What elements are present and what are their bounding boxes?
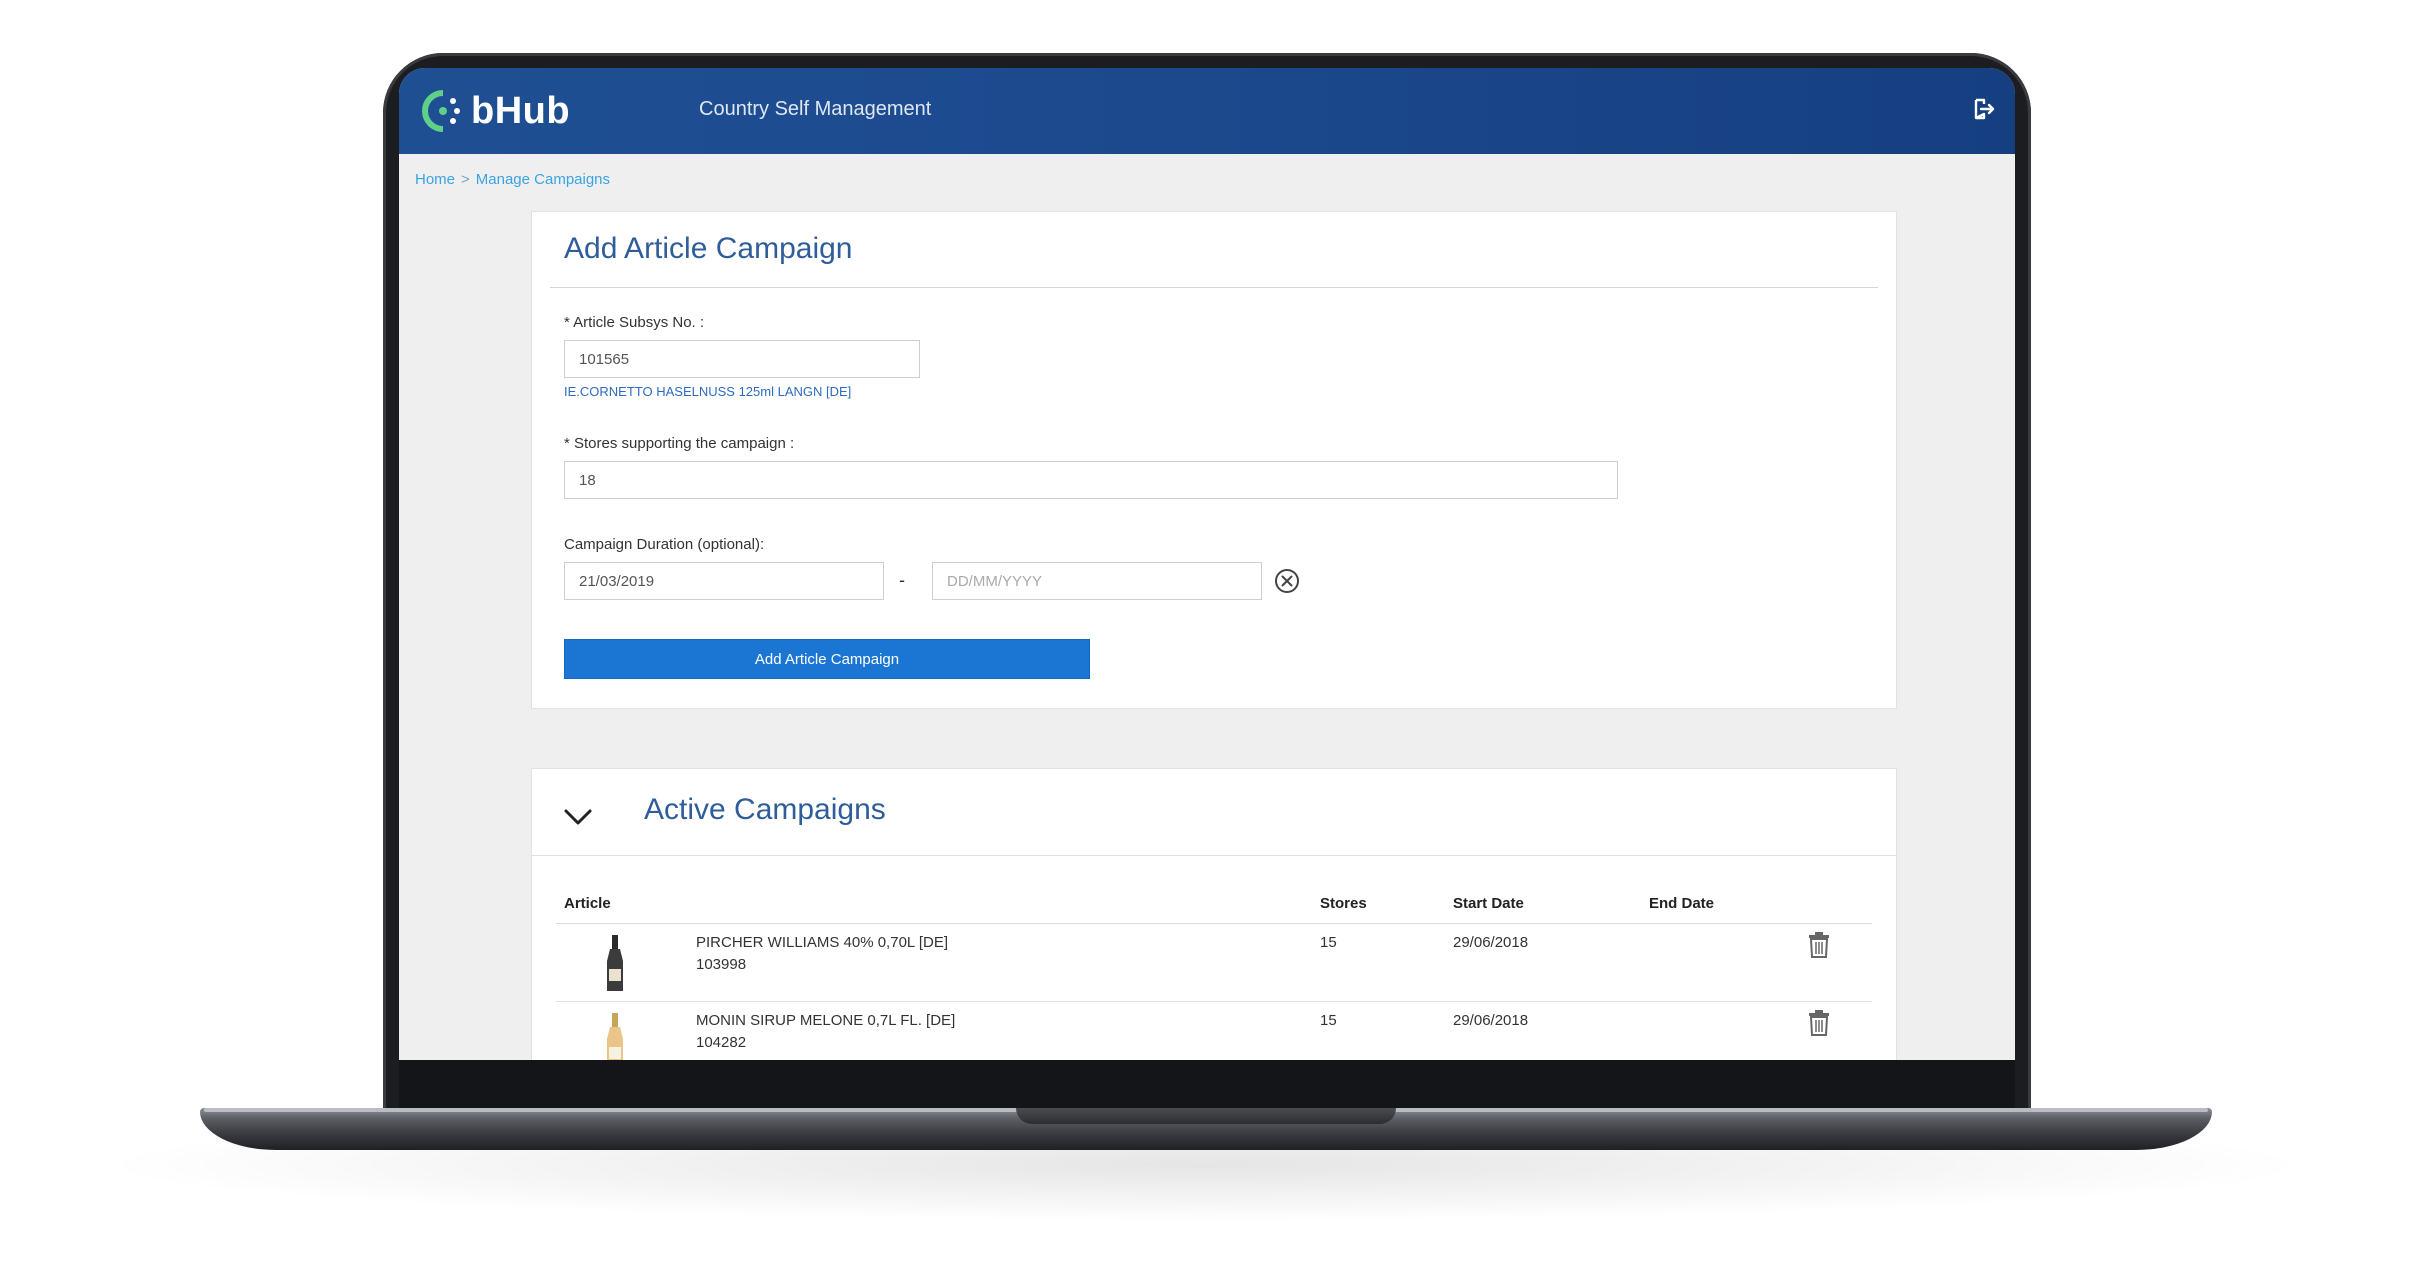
- breadcrumb-home[interactable]: Home: [415, 171, 455, 188]
- logout-icon[interactable]: [1970, 96, 1996, 122]
- article-id: 104282: [696, 1034, 747, 1051]
- article-name: PIRCHER WILLIAMS 40% 0,70L [DE]: [696, 934, 949, 951]
- trash-icon[interactable]: [1807, 1009, 1831, 1037]
- duration-label: Campaign Duration (optional):: [564, 536, 765, 553]
- app-logo[interactable]: bHub: [421, 86, 570, 136]
- add-article-campaign-button[interactable]: Add Article Campaign: [564, 639, 1090, 679]
- app-screen: bHub Country Self Management Home > Manage…: [399, 68, 2015, 1060]
- article-description: IE.CORNETTO HASELNUSS 125ml LANGN [DE]: [564, 384, 852, 399]
- start-date-input[interactable]: 21/03/2019: [564, 562, 884, 600]
- logo-text: bHub: [471, 89, 571, 132]
- article-label: * Article Subsys No. :: [564, 314, 705, 331]
- row-divider: [556, 1001, 1872, 1002]
- stores-label: * Stores supporting the campaign :: [564, 435, 795, 452]
- column-header-article[interactable]: Article: [564, 895, 611, 912]
- logo-mark-icon: [421, 89, 465, 133]
- article-input[interactable]: 101565: [564, 340, 920, 378]
- active-campaigns-title: Active Campaigns: [644, 793, 886, 826]
- column-header-end-date[interactable]: End Date: [1649, 895, 1714, 912]
- article-name: MONIN SIRUP MELONE 0,7L FL. [DE]: [696, 1012, 956, 1029]
- breadcrumb-current[interactable]: Manage Campaigns: [476, 171, 610, 188]
- divider: [550, 287, 1878, 288]
- bottle-amber-icon: [600, 1011, 630, 1060]
- add-campaign-card: Add Article Campaign * Article Subsys No…: [531, 211, 1897, 709]
- breadcrumb: Home > Manage Campaigns: [415, 171, 616, 188]
- header-title: Country Self Management: [699, 98, 932, 120]
- start-date: 29/06/2018: [1453, 1012, 1529, 1029]
- date-separator: -: [899, 570, 905, 590]
- laptop-notch: [1016, 1108, 1396, 1124]
- stores-input[interactable]: 18: [564, 461, 1618, 499]
- trash-icon[interactable]: [1807, 931, 1831, 959]
- bottle-dark-icon: [600, 933, 630, 995]
- clear-date-icon[interactable]: [1274, 568, 1300, 594]
- breadcrumb-separator: >: [461, 171, 470, 188]
- stores-count: 15: [1320, 934, 1337, 951]
- active-campaigns-card: Active Campaigns Article Stores Start Da…: [531, 768, 1897, 1060]
- laptop-chin: [399, 1060, 2015, 1108]
- divider: [532, 855, 1896, 856]
- article-id: 103998: [696, 956, 747, 973]
- add-campaign-title: Add Article Campaign: [564, 232, 853, 265]
- chevron-down-icon[interactable]: [562, 804, 594, 830]
- end-date-input[interactable]: DD/MM/YYYY: [932, 562, 1262, 600]
- column-header-start-date[interactable]: Start Date: [1453, 895, 1524, 912]
- start-date: 29/06/2018: [1453, 934, 1529, 951]
- stores-count: 15: [1320, 1012, 1337, 1029]
- column-header-stores[interactable]: Stores: [1320, 895, 1367, 912]
- table-header-divider: [556, 923, 1872, 924]
- app-header: bHub Country Self Management: [399, 68, 2015, 154]
